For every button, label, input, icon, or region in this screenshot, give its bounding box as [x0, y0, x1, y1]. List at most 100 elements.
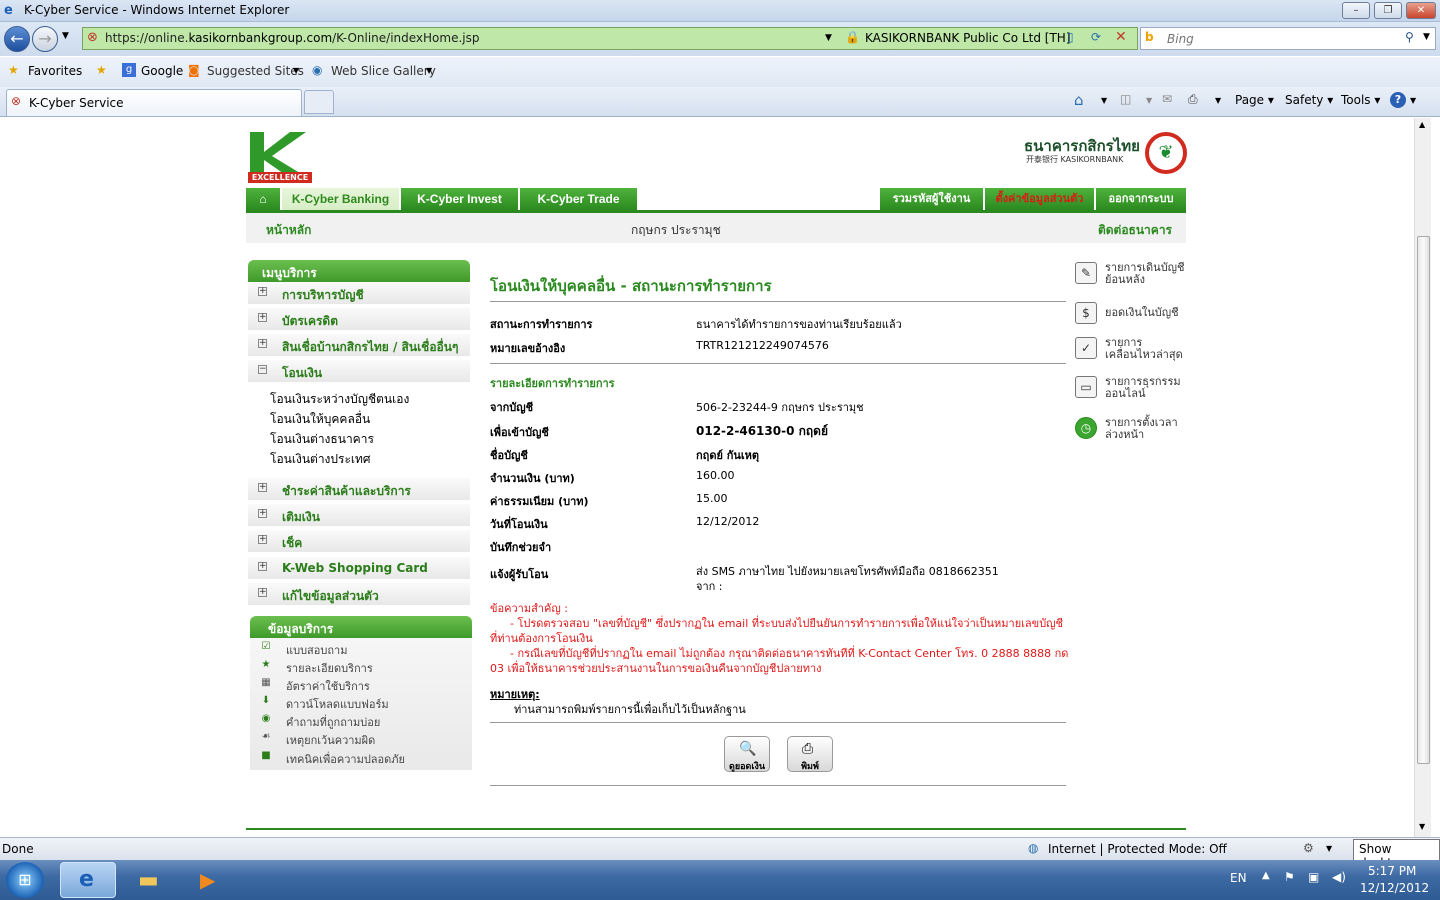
zone-text[interactable]: Internet | Protected Mode: Off — [1048, 842, 1227, 856]
add-favorite-icon[interactable]: ★ — [96, 63, 107, 77]
history-dropdown-icon[interactable]: ▼ — [62, 31, 69, 41]
web-slice-dropdown-icon[interactable]: ▼ — [426, 66, 432, 75]
menu-item-cheque[interactable]: + เช็ค — [248, 530, 470, 554]
page-menu[interactable]: Page ▾ — [1235, 93, 1274, 107]
expand-icon[interactable]: + — [258, 339, 267, 348]
scroll-up-icon[interactable]: ▲ — [1419, 120, 1425, 129]
to-account-label: เพื่อเข้าบัญชี — [490, 426, 549, 439]
contact-bank-link[interactable]: ติดต่อธนาคาร — [1098, 221, 1172, 240]
taskbar-ie[interactable]: e — [60, 862, 116, 898]
submenu-third-party-transfer[interactable]: โอนเงินให้บุคคลอื่น — [270, 410, 370, 429]
help-dropdown-icon[interactable]: ▼ — [1410, 96, 1416, 105]
collapse-icon[interactable]: − — [258, 365, 267, 374]
expand-icon[interactable]: + — [258, 483, 267, 492]
zoom-dropdown-icon[interactable]: ▼ — [1326, 844, 1332, 853]
clock-date[interactable]: 12/12/2012 — [1360, 881, 1429, 895]
menu-item-bill-payment[interactable]: + ชำระค่าสินค้าและบริการ — [248, 478, 470, 502]
search-options-icon[interactable]: ▼ — [1423, 32, 1430, 42]
expand-icon[interactable]: + — [258, 313, 267, 322]
vertical-scrollbar[interactable]: ▲ ▼ — [1414, 118, 1431, 837]
tab-k-cyber-trade[interactable]: K-Cyber Trade — [520, 188, 637, 210]
tray-expand-icon[interactable]: ▲ — [1262, 870, 1270, 881]
tab-k-cyber-invest[interactable]: K-Cyber Invest — [401, 188, 518, 210]
expand-icon[interactable]: + — [258, 588, 267, 597]
menu-item-credit-card[interactable]: + บัตรเครดิต — [248, 308, 470, 332]
money-bag-icon: $ — [1075, 302, 1097, 324]
menu-item-account-management[interactable]: + การบริหารบัญชี — [248, 282, 470, 306]
tab-personal-settings[interactable]: ตั้งค่าข้อมูลส่วนตัว — [985, 188, 1094, 210]
expand-icon[interactable]: + — [258, 535, 267, 544]
search-input[interactable] — [1167, 30, 1397, 47]
refresh-icon[interactable]: ⟳ — [1091, 30, 1101, 44]
maximize-button[interactable]: ❐ — [1374, 2, 1402, 19]
menu-item-transfer[interactable]: − โอนเงิน — [248, 360, 470, 384]
suggested-dropdown-icon[interactable]: ▼ — [293, 66, 299, 75]
address-url[interactable]: https://online.kasikornbankgroup.com/K-O… — [105, 31, 480, 45]
menu-item-edit-profile[interactable]: + แก้ไขข้อมูลส่วนตัว — [248, 583, 470, 607]
kbank-seal-icon: ❦ — [1145, 132, 1187, 174]
minimize-button[interactable]: – — [1342, 2, 1370, 19]
transaction-details-header: รายละเอียดการทำรายการ — [490, 377, 615, 390]
network-icon[interactable]: ▣ — [1308, 870, 1319, 884]
print-dropdown-icon[interactable]: ▼ — [1215, 96, 1221, 105]
checkbox-icon: ☑ — [261, 641, 271, 652]
mail-icon[interactable]: ✉ — [1162, 92, 1172, 106]
help-icon[interactable]: ? — [1390, 92, 1406, 108]
favorites-button[interactable]: Favorites — [28, 64, 82, 78]
scroll-down-icon[interactable]: ▼ — [1419, 822, 1425, 831]
feeds-dropdown-icon[interactable]: ▼ — [1146, 96, 1152, 105]
close-button[interactable]: ✕ — [1406, 2, 1436, 19]
volume-icon[interactable]: ◀) — [1332, 870, 1346, 884]
tools-menu[interactable]: Tools ▾ — [1341, 93, 1380, 107]
print-icon[interactable]: ⎙ — [1188, 92, 1198, 107]
suggested-sites-icon: ◙ — [188, 63, 200, 77]
submenu-interbank-transfer[interactable]: โอนเงินต่างธนาคาร — [270, 430, 374, 449]
important-note-2: - กรณีเลขที่บัญชีที่ปรากฏใน email ไม่ถูก… — [490, 647, 1069, 675]
lock-icon[interactable]: 🔒 — [845, 30, 860, 44]
home-icon[interactable]: ⌂ — [1074, 91, 1084, 109]
certificate-label[interactable]: KASIKORNBANK Public Co Ltd [TH] — [865, 31, 1071, 45]
forward-button[interactable]: → — [32, 26, 58, 52]
feeds-icon[interactable]: ◫ — [1120, 92, 1131, 106]
menu-item-k-web-shopping-card[interactable]: + K-Web Shopping Card — [248, 557, 470, 581]
home-link[interactable]: หน้าหลัก — [266, 221, 311, 240]
zoom-icon[interactable]: ⚙ — [1303, 841, 1314, 855]
tab-combine-user[interactable]: รวมรหัสผู้ใช้งาน — [880, 188, 983, 210]
fav-google[interactable]: Google — [141, 64, 183, 78]
language-indicator[interactable]: EN — [1230, 871, 1247, 885]
favorites-star-icon[interactable]: ★ — [8, 63, 19, 77]
fav-suggested-sites[interactable]: Suggested Sites — [207, 64, 304, 78]
submenu-own-account-transfer[interactable]: โอนเงินระหว่างบัญชีตนเอง — [270, 390, 409, 409]
tab-logout[interactable]: ออกจากระบบ — [1096, 188, 1186, 210]
expand-icon[interactable]: + — [258, 287, 267, 296]
scroll-thumb[interactable] — [1417, 236, 1430, 764]
tab-k-cyber-banking[interactable]: K-Cyber Banking — [282, 188, 399, 210]
new-tab-button[interactable] — [304, 90, 334, 114]
address-dropdown-icon[interactable]: ▼ — [825, 33, 832, 43]
menu-item-top-up[interactable]: + เติมเงิน — [248, 504, 470, 528]
faq-icon: ◉ — [261, 713, 271, 724]
tab-k-cyber-service[interactable]: ⊗ K-Cyber Service — [6, 89, 302, 116]
home-tab[interactable]: ⌂ — [246, 188, 280, 210]
stop-icon[interactable]: ✕ — [1115, 29, 1127, 45]
action-center-icon[interactable]: ⚑ — [1284, 870, 1295, 884]
taskbar: ⊞ e ▬ ▶ EN ▲ ⚑ ▣ ◀) 5:17 PM 12/12/2012 — [0, 860, 1440, 900]
search-icon[interactable]: ⚲ — [1405, 30, 1414, 44]
fav-web-slice[interactable]: Web Slice Gallery — [331, 64, 436, 78]
submenu-international-transfer[interactable]: โอนเงินต่างประเทศ — [270, 450, 371, 469]
taskbar-media-player[interactable]: ▶ — [182, 862, 238, 898]
menu-item-loans[interactable]: + สินเชื่อบ้านกสิกรไทย / สินเชื่ออื่นๆ — [248, 334, 470, 358]
clock-time[interactable]: 5:17 PM — [1368, 864, 1416, 878]
start-button[interactable]: ⊞ — [6, 862, 44, 898]
back-button[interactable]: ← — [4, 26, 30, 52]
compat-view-icon[interactable]: ▯ — [1067, 30, 1074, 44]
home-dropdown-icon[interactable]: ▼ — [1101, 96, 1107, 105]
safety-menu[interactable]: Safety ▾ — [1285, 93, 1333, 107]
taskbar-explorer[interactable]: ▬ — [122, 862, 178, 898]
expand-icon[interactable]: + — [258, 562, 267, 571]
print-button[interactable]: ⎙ พิมพ์ — [787, 736, 833, 772]
view-balance-button[interactable]: 🔍 ดูยอดเงิน — [724, 736, 770, 772]
address-bar[interactable]: ⊗ https://online.kasikornbankgroup.com/K… — [82, 27, 1138, 50]
expand-icon[interactable]: + — [258, 509, 267, 518]
search-box[interactable]: b ⚲ ▼ — [1140, 27, 1436, 50]
